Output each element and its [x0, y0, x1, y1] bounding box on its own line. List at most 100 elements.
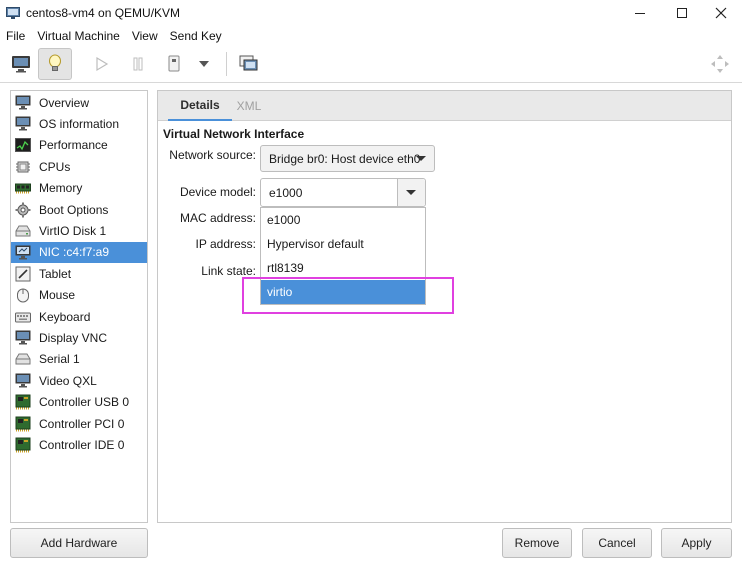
window-title: centos8-vm4 on QEMU/KVM: [26, 6, 181, 20]
dropdown-arrow-icon[interactable]: [189, 48, 219, 80]
hardware-item-label: OS information: [39, 116, 120, 131]
menu-send-key[interactable]: Send Key: [170, 29, 222, 43]
menu-view[interactable]: View: [132, 29, 158, 43]
hardware-item[interactable]: OS information: [11, 113, 147, 134]
cancel-button[interactable]: Cancel: [582, 528, 652, 558]
virt-manager-app-icon: [6, 7, 20, 19]
controller-icon: [14, 437, 32, 453]
hardware-item[interactable]: Memory: [11, 178, 147, 199]
annotation-highlight-box: [242, 277, 454, 314]
network-icon: [14, 244, 32, 260]
menu-virtual-machine[interactable]: Virtual Machine: [37, 29, 120, 43]
fullscreen-icon[interactable]: [703, 48, 737, 80]
hardware-item[interactable]: Overview: [11, 92, 147, 113]
remove-button[interactable]: Remove: [502, 528, 572, 558]
hardware-item-label: Controller PCI 0: [39, 416, 125, 431]
hardware-item[interactable]: Tablet: [11, 263, 147, 284]
console-icon[interactable]: [4, 48, 38, 80]
hardware-item[interactable]: NIC :c4:f7:a9: [11, 241, 147, 263]
title-bar: centos8-vm4 on QEMU/KVM: [0, 0, 742, 27]
hardware-item[interactable]: Boot Options: [11, 199, 147, 220]
run-icon[interactable]: [85, 48, 119, 80]
hardware-item[interactable]: Mouse: [11, 285, 147, 306]
toolbar: [0, 45, 742, 83]
hardware-item[interactable]: Performance: [11, 135, 147, 156]
snapshots-icon[interactable]: [232, 48, 266, 80]
cancel-label: Cancel: [598, 536, 636, 550]
hardware-item[interactable]: Display VNC: [11, 327, 147, 348]
hardware-item[interactable]: Video QXL: [11, 370, 147, 391]
hardware-item-label: NIC :c4:f7:a9: [39, 245, 110, 260]
apply-label: Apply: [681, 536, 712, 550]
dropdown-option-e1000[interactable]: e1000: [261, 208, 425, 232]
option-label: rtl8139: [267, 261, 304, 275]
memory-icon: [14, 180, 32, 196]
apply-button[interactable]: Apply: [661, 528, 732, 558]
add-hardware-label: Add Hardware: [40, 536, 118, 550]
hardware-item-label: Memory: [39, 181, 83, 196]
cpu-icon: [14, 159, 32, 175]
remove-label: Remove: [514, 536, 560, 550]
hardware-item-label: Keyboard: [39, 309, 91, 324]
tab-bar: Details XML: [158, 91, 731, 121]
hardware-item-label: Performance: [39, 138, 108, 153]
hardware-item-label: Controller IDE 0: [39, 437, 125, 452]
link-state-label: Link state:: [201, 264, 256, 278]
hardware-list: Overview OS information Performance CPUs Mem…: [10, 90, 148, 523]
device-model-value[interactable]: e1000: [261, 186, 397, 200]
network-source-combo[interactable]: Bridge br0: Host device eth0: [260, 145, 435, 172]
monitor-icon: [14, 116, 32, 132]
monitor-icon: [14, 330, 32, 346]
mouse-icon: [14, 287, 32, 303]
close-icon[interactable]: [706, 2, 736, 24]
hardware-item-label: Boot Options: [39, 202, 109, 217]
serial-icon: [14, 351, 32, 367]
device-model-dropdown-button[interactable]: [397, 179, 425, 206]
tablet-icon: [14, 266, 32, 282]
dropdown-option-hypervisor-default[interactable]: Hypervisor default: [261, 232, 425, 256]
disk-icon: [14, 223, 32, 239]
monitor-icon: [14, 95, 32, 111]
tab-xml[interactable]: XML: [232, 91, 266, 121]
device-model-label: Device model:: [179, 185, 256, 199]
mac-address-label: MAC address:: [179, 211, 256, 225]
hardware-item[interactable]: Controller USB 0: [11, 392, 147, 413]
hardware-item[interactable]: VirtIO Disk 1: [11, 220, 147, 241]
hardware-item-label: Video QXL: [39, 373, 97, 388]
hardware-item[interactable]: Controller PCI 0: [11, 413, 147, 434]
section-title: Virtual Network Interface: [163, 127, 305, 141]
menu-file[interactable]: File: [6, 29, 25, 43]
hardware-item-label: CPUs: [39, 159, 71, 174]
tab-xml-label: XML: [236, 99, 262, 113]
add-hardware-button[interactable]: Add Hardware: [10, 528, 148, 558]
hardware-item-label: VirtIO Disk 1: [39, 223, 107, 238]
tab-details-label: Details: [180, 98, 220, 112]
menu-bar: File Virtual Machine View Send Key: [0, 27, 742, 45]
shutdown-icon[interactable]: [157, 48, 191, 80]
hardware-item-label: Controller USB 0: [39, 395, 130, 410]
hardware-item-label: Mouse: [39, 288, 76, 303]
network-source-value: Bridge br0: Host device eth0: [269, 151, 421, 166]
hardware-item[interactable]: Controller IDE 0: [11, 434, 147, 455]
ip-address-label: IP address:: [195, 237, 256, 251]
controller-icon: [14, 394, 32, 410]
option-label: e1000: [267, 213, 301, 227]
details-lightbulb-icon[interactable]: [38, 48, 72, 80]
keyboard-icon: [14, 309, 32, 325]
toolbar-separator: [226, 52, 227, 76]
tab-details[interactable]: Details: [168, 91, 232, 121]
hardware-item[interactable]: CPUs: [11, 156, 147, 177]
gear-icon: [14, 202, 32, 218]
hardware-item[interactable]: Keyboard: [11, 306, 147, 327]
pause-icon[interactable]: [121, 48, 155, 80]
option-label: Hypervisor default: [267, 237, 364, 251]
controller-icon: [14, 416, 32, 432]
maximize-icon[interactable]: [667, 2, 697, 24]
minimize-icon[interactable]: [625, 2, 655, 24]
device-model-combo[interactable]: e1000: [260, 178, 426, 207]
chevron-down-icon: [416, 156, 426, 161]
performance-icon: [14, 137, 32, 153]
hardware-item-label: Serial 1: [39, 352, 80, 367]
hardware-item-label: Display VNC: [39, 330, 108, 345]
hardware-item[interactable]: Serial 1: [11, 349, 147, 370]
